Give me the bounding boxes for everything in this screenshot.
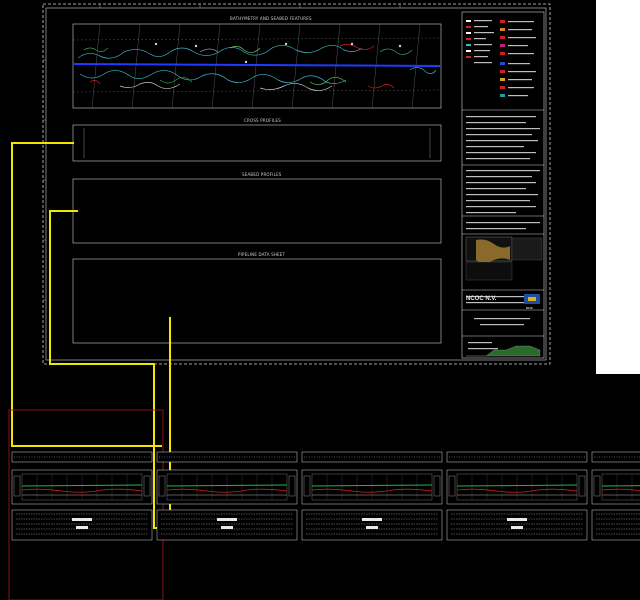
sheet-strip[interactable] [156, 451, 298, 541]
plan-view-title: BATHYMETRY AND SEABED FEATURES [230, 16, 312, 21]
plan-view-panel[interactable] [72, 23, 442, 109]
seabed-profiles-panel[interactable] [72, 178, 442, 244]
logo-text: NCOC [526, 306, 534, 310]
cross-profiles-panel[interactable] [72, 124, 442, 162]
selection-rectangle[interactable] [8, 409, 164, 600]
bottom-sheet-strips[interactable] [11, 451, 640, 541]
pipeline-data-sheet-panel[interactable] [72, 258, 442, 344]
sheet-strip[interactable] [446, 451, 588, 541]
sheet-strip[interactable] [11, 451, 153, 541]
company-name: NCOC N.V. [466, 296, 497, 302]
seabed-profiles-title: SEABED PROFILES [242, 172, 282, 177]
pipeline-data-sheet-title: PIPELINE DATA SHEET [238, 252, 286, 257]
drawing-canvas[interactable] [0, 0, 640, 600]
background-panel [596, 0, 640, 374]
sheet-strip[interactable] [591, 451, 640, 541]
sheet-strip[interactable] [301, 451, 443, 541]
cross-profiles-title: CROSS PROFILES [244, 118, 281, 123]
